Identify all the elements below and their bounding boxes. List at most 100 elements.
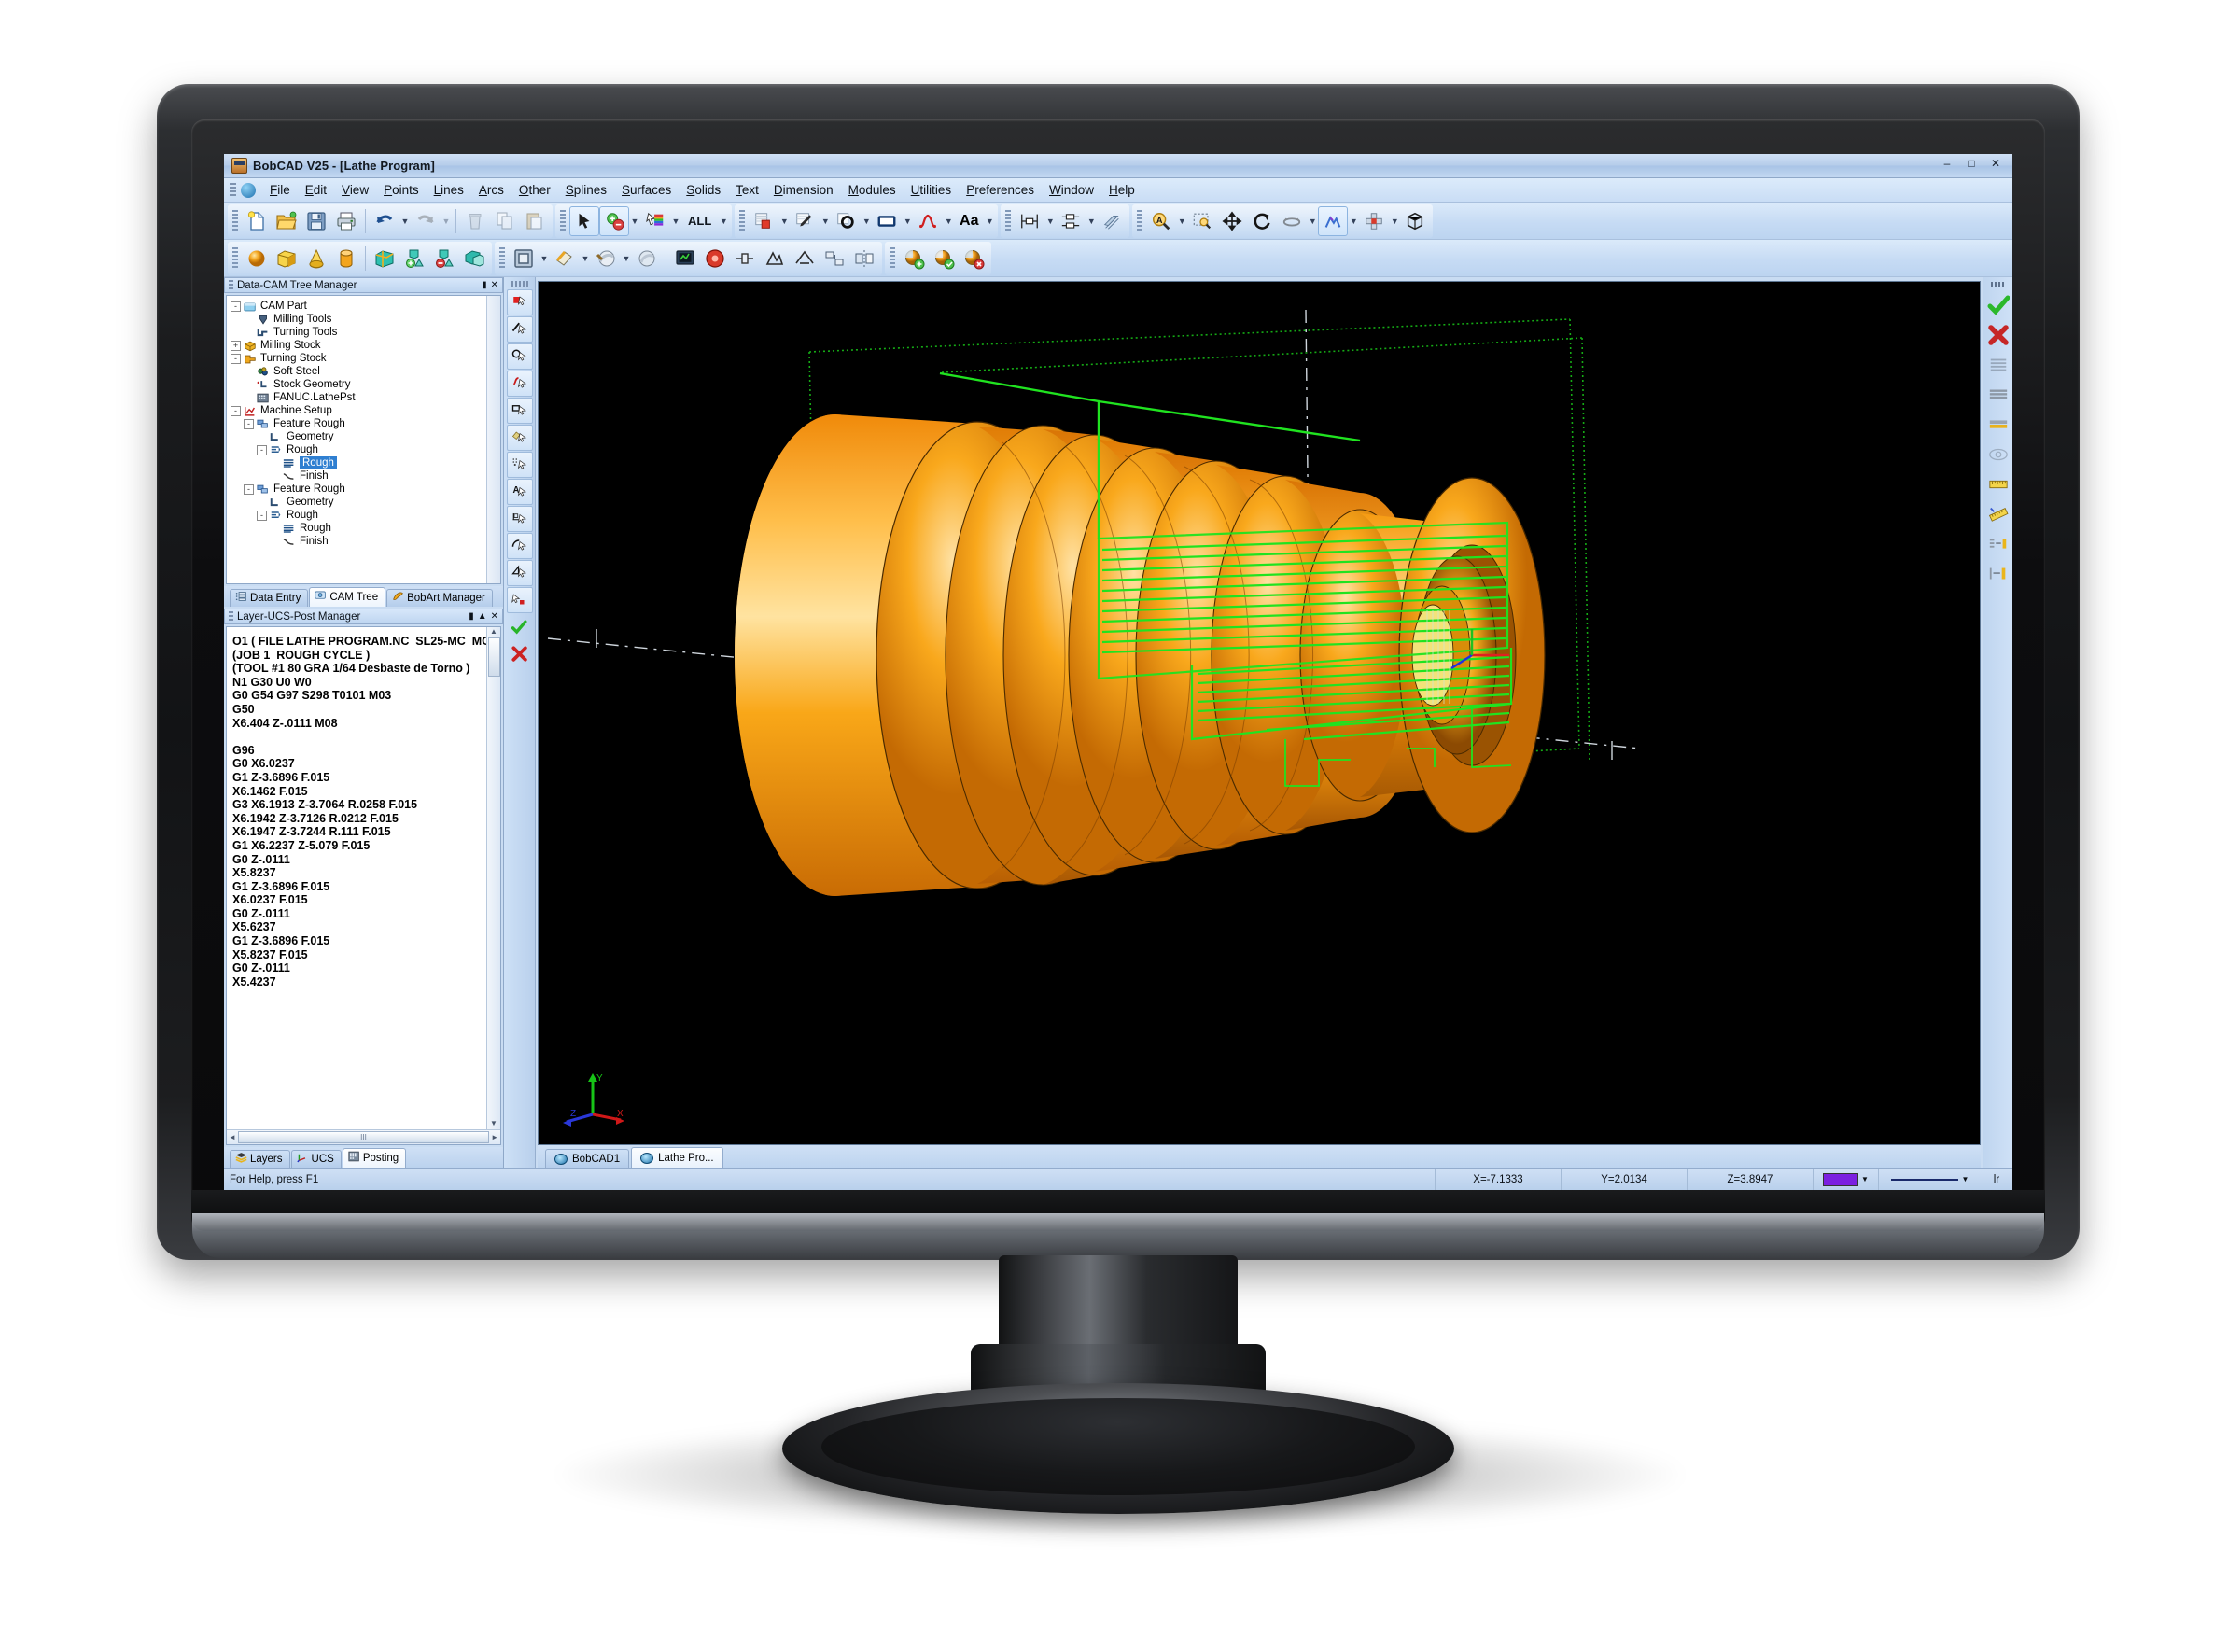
list-icon[interactable] [1986, 353, 2011, 377]
minimize-button[interactable]: – [1936, 157, 1958, 173]
toolbar-grip[interactable] [890, 246, 895, 270]
rotate-icon[interactable] [1247, 206, 1277, 236]
zoom-all-icon[interactable]: A [1146, 206, 1176, 236]
save-disk-icon[interactable] [301, 206, 331, 236]
accept-check-icon[interactable] [507, 614, 533, 640]
ucs-caret[interactable]: ▼ [1389, 207, 1400, 235]
tree-node-finish[interactable]: Finish [231, 535, 498, 548]
layer-dropdown-caret[interactable]: ▼ [778, 207, 790, 235]
open-folder-icon[interactable] [272, 206, 301, 236]
tree-node-cam-part[interactable]: - CAM Part [231, 300, 498, 313]
hatch-icon[interactable] [1097, 206, 1127, 236]
snap-angle-icon[interactable] [506, 560, 533, 586]
pan-icon[interactable] [1217, 206, 1247, 236]
tree-node-rough[interactable]: Rough [231, 456, 498, 469]
spline-icon[interactable] [913, 206, 943, 236]
boolean-add-icon[interactable] [399, 244, 429, 273]
tree-node-soft-steel[interactable]: Soft Steel [231, 365, 498, 378]
add-remove-selection-icon[interactable] [599, 205, 629, 236]
menu-item-arcs[interactable]: Arcs [471, 180, 511, 200]
rectangle-icon[interactable] [872, 206, 902, 236]
hscroll-thumb[interactable]: III [237, 1131, 490, 1143]
tree-node-rough[interactable]: - Rough [231, 443, 498, 456]
ucs-icon[interactable] [1359, 206, 1389, 236]
color-swatch[interactable] [1823, 1172, 1859, 1186]
tree-expander[interactable]: - [231, 353, 241, 364]
tree-node-rough[interactable]: Rough [231, 522, 498, 535]
pen-icon[interactable] [790, 206, 820, 236]
ruler-icon[interactable] [1986, 472, 2011, 497]
color-dropdown-caret[interactable]: ▼ [1861, 1169, 1869, 1190]
render-eye-icon[interactable] [1986, 442, 2011, 467]
boolean-intersect-icon[interactable] [459, 244, 489, 273]
extend-icon[interactable] [820, 244, 849, 273]
tree-node-machine-setup[interactable]: - Machine Setup [231, 404, 498, 417]
cancel-x-icon[interactable] [507, 641, 533, 667]
tree-node-turning-tools[interactable]: Turning Tools [231, 326, 498, 339]
line-style-caret[interactable]: ▼ [1962, 1169, 1969, 1190]
close-icon[interactable]: ✕ [491, 611, 498, 622]
tab-ucs[interactable]: UCS [290, 1150, 342, 1168]
dimension-vertical-icon[interactable] [1056, 206, 1086, 236]
pen-dropdown-caret[interactable]: ▼ [820, 207, 831, 235]
tree-node-feature-rough[interactable]: - Feature Rough [231, 417, 498, 430]
tree-node-turning-stock[interactable]: - Turning Stock [231, 352, 498, 365]
menu-item-view[interactable]: View [334, 180, 376, 200]
toolbar-grip[interactable] [232, 246, 238, 270]
menu-item-file[interactable]: File [262, 180, 298, 200]
material-icon[interactable] [591, 244, 621, 273]
edit-entity-icon[interactable] [929, 244, 959, 273]
menu-item-utilities[interactable]: Utilities [904, 180, 960, 200]
panel-grip[interactable] [229, 279, 233, 291]
color-dropdown-caret[interactable]: ▼ [670, 207, 681, 235]
menu-item-other[interactable]: Other [511, 180, 558, 200]
collapse-icon[interactable]: ▲ [478, 611, 487, 622]
menu-item-text[interactable]: Text [728, 180, 766, 200]
isometric-caret[interactable]: ▼ [1348, 207, 1359, 235]
scroll-thumb[interactable] [487, 637, 500, 677]
zoom-dropdown-caret[interactable]: ▼ [1176, 207, 1187, 235]
snap-line-icon[interactable] [506, 316, 533, 343]
snap-mesh-icon[interactable] [506, 452, 533, 478]
tree-expander[interactable]: - [231, 301, 241, 312]
all-filter-label[interactable]: ALL [681, 214, 718, 228]
tree-node-milling-tools[interactable]: Milling Tools [231, 313, 498, 326]
circle-icon[interactable] [831, 206, 861, 236]
material-caret[interactable]: ▼ [621, 245, 632, 273]
snap-arc-icon[interactable] [506, 533, 533, 559]
menu-grip[interactable] [230, 182, 236, 198]
dimension-horizontal-icon[interactable] [1015, 206, 1044, 236]
tree-expander[interactable]: - [257, 444, 267, 455]
cancel-x-icon[interactable] [1986, 323, 2011, 347]
scroll-left-arrow[interactable]: ◄ [229, 1133, 236, 1141]
snap-entity-icon[interactable] [506, 587, 533, 613]
rectangle-dropdown-caret[interactable]: ▼ [902, 207, 913, 235]
menu-item-window[interactable]: Window [1042, 180, 1101, 200]
zoom-window-icon[interactable] [1187, 206, 1217, 236]
text-dropdown-caret[interactable]: ▼ [984, 207, 995, 235]
toolbar-grip[interactable] [560, 209, 566, 232]
paste-icon[interactable] [520, 206, 550, 236]
tab-layers[interactable]: Layers [230, 1150, 290, 1168]
line-style-picker[interactable]: ▼ [1878, 1169, 1981, 1190]
tree-node-feature-rough[interactable]: - Feature Rough [231, 483, 498, 496]
select-arrow-icon[interactable] [569, 205, 599, 236]
layer-icon[interactable] [749, 206, 778, 236]
add-entity-icon[interactable] [899, 244, 929, 273]
new-file-icon[interactable] [242, 206, 272, 236]
accept-check-icon[interactable] [1986, 293, 2011, 317]
trim-icon[interactable] [790, 244, 820, 273]
toolbar-grip[interactable] [1137, 209, 1143, 232]
tab-posting[interactable]: Posting [342, 1148, 407, 1168]
align-left-icon[interactable] [1986, 532, 2011, 556]
snap-dimension-icon[interactable] [506, 506, 533, 532]
gcode-vertical-scrollbar[interactable]: ▲ ▼ [486, 627, 500, 1129]
copy-icon[interactable] [490, 206, 520, 236]
isometric-view-icon[interactable] [1318, 205, 1349, 236]
simulate-icon[interactable] [700, 244, 730, 273]
tree-expander[interactable]: + [231, 340, 241, 351]
delete-entity-icon[interactable] [959, 244, 988, 273]
align-center-icon[interactable] [1986, 562, 2011, 586]
snap-point-icon[interactable] [506, 289, 533, 315]
cylinder-icon[interactable] [331, 244, 361, 273]
